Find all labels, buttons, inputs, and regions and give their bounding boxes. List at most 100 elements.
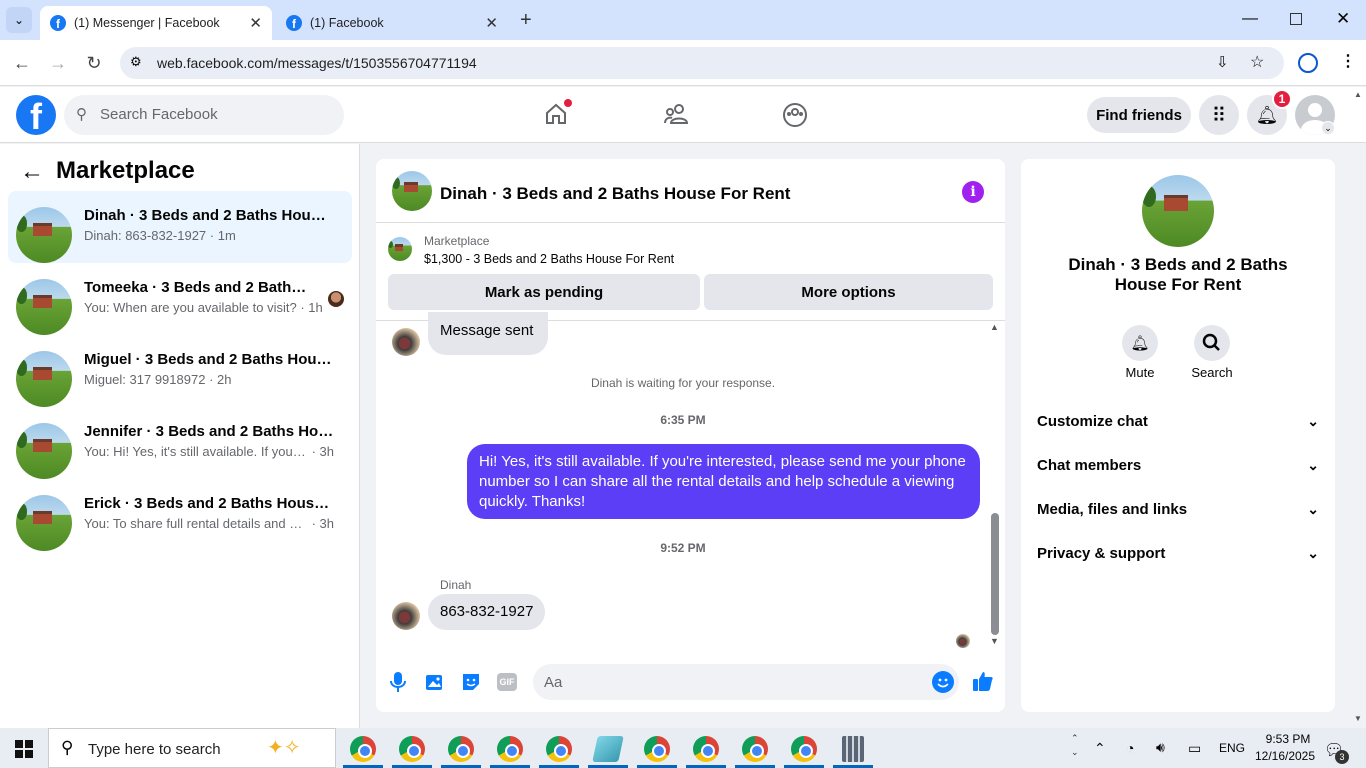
chat-title[interactable]: Dinah · 3 Beds and 2 Baths House For Ren…	[440, 184, 790, 204]
new-tab-button[interactable]: +	[520, 9, 532, 32]
tab-facebook[interactable]: f (1) Facebook ✕	[276, 6, 508, 40]
profile-icon[interactable]	[1298, 53, 1318, 73]
chrome-taskbar-icon[interactable]	[399, 736, 425, 762]
section-label: Customize chat	[1037, 412, 1148, 430]
wifi-icon[interactable]: ◔	[1126, 740, 1134, 756]
conversation-text: Miguel · 3 Beds and 2 Baths House For Re…	[84, 351, 334, 387]
taskbar-search-box[interactable]: ⚲ Type here to search ✦✧	[48, 728, 336, 768]
microphone-icon[interactable]	[390, 671, 406, 698]
forward-button[interactable]: →	[47, 52, 69, 74]
grid-icon: ⠿	[1211, 104, 1227, 127]
battery-icon[interactable]: ▭	[1188, 740, 1201, 757]
menu-kebab-icon[interactable]: ⋮	[1340, 51, 1356, 71]
page-scroll-up[interactable]: ▲	[1354, 90, 1362, 99]
tab-messenger[interactable]: f (1) Messenger | Facebook ✕	[40, 6, 272, 40]
scroll-up-arrow[interactable]: ▲	[990, 322, 999, 332]
message-bubble-sent[interactable]: Hi! Yes, it's still available. If you're…	[467, 444, 980, 519]
back-button[interactable]: ←	[11, 52, 33, 74]
bookmark-star-icon[interactable]: ☆	[1250, 52, 1264, 72]
home-nav-icon[interactable]	[544, 99, 572, 126]
listing-thumbnail	[16, 279, 72, 335]
listing-thumbnail	[16, 207, 72, 263]
chat-avatar[interactable]	[392, 171, 432, 211]
tab-list-button[interactable]: ⌄	[6, 7, 32, 33]
page-scroll-down[interactable]: ▼	[1354, 714, 1362, 723]
emoji-icon[interactable]	[932, 671, 954, 693]
chrome-taskbar-icon[interactable]	[497, 736, 523, 762]
facebook-favicon-icon: f	[50, 15, 66, 31]
facebook-logo[interactable]: f	[16, 95, 56, 135]
menu-grid-button[interactable]: ⠿	[1199, 95, 1239, 135]
notepad-taskbar-icon[interactable]	[592, 736, 624, 762]
conversation-item-miguel[interactable]: Miguel · 3 Beds and 2 Baths House For Re…	[8, 335, 352, 407]
sticker-icon[interactable]	[461, 672, 481, 697]
minimize-button[interactable]: —	[1242, 10, 1258, 28]
show-hidden-icons[interactable]: ⌃	[1094, 740, 1106, 757]
profile-picture[interactable]	[1142, 175, 1214, 247]
scroll-down-arrow[interactable]: ▼	[990, 636, 999, 646]
language-indicator[interactable]: ENG	[1219, 741, 1245, 755]
listing-thumbnail	[16, 351, 72, 407]
chrome-taskbar-icon[interactable]	[693, 736, 719, 762]
tab-close-icon[interactable]: ✕	[485, 14, 498, 32]
gif-icon[interactable]: GIF	[497, 673, 517, 691]
message-bubble-received[interactable]: 863-832-1927	[428, 594, 545, 630]
scrollbar-thumb[interactable]	[991, 513, 999, 635]
site-info-icon[interactable]: ⚙	[130, 54, 142, 70]
mark-as-pending-button[interactable]: Mark as pending	[388, 274, 700, 310]
more-options-button[interactable]: More options	[704, 274, 993, 310]
like-thumbs-up-icon[interactable]	[972, 670, 994, 697]
chrome-taskbar-icon[interactable]	[742, 736, 768, 762]
search-conversation-button[interactable]	[1194, 325, 1230, 361]
conversation-item-dinah[interactable]: Dinah · 3 Beds and 2 Baths House For Ren…	[8, 191, 352, 263]
photo-icon[interactable]	[425, 672, 445, 697]
chevron-down-icon: ⌄	[1307, 500, 1319, 517]
media-files-links-section[interactable]: Media, files and links ⌄	[1037, 487, 1319, 531]
listing-thumbnail	[16, 495, 72, 551]
volume-icon[interactable]: 🔊︎	[1156, 739, 1165, 756]
conversation-item-jennifer[interactable]: Jennifer · 3 Beds and 2 Baths House For …	[8, 407, 352, 479]
tray-scroll-icon[interactable]: ⌃ ⌄	[1071, 731, 1079, 759]
windows-start-icon[interactable]	[15, 740, 33, 758]
conversation-item-erick[interactable]: Erick · 3 Beds and 2 Baths House For Ren…	[8, 479, 352, 551]
message-bubble-received[interactable]: Message sent	[428, 312, 548, 355]
restore-button[interactable]	[1290, 13, 1302, 25]
reload-button[interactable]: ↻	[83, 52, 105, 74]
chevron-down-icon: ⌄	[1307, 412, 1319, 429]
chrome-taskbar-icon[interactable]	[644, 736, 670, 762]
tab-close-icon[interactable]: ✕	[249, 14, 262, 32]
conversation-name: Jennifer · 3 Beds and 2 Baths House For …	[84, 423, 334, 440]
account-chevron-icon[interactable]: ⌄	[1321, 121, 1335, 135]
mute-label: Mute	[1125, 365, 1155, 380]
conversation-name: Erick · 3 Beds and 2 Baths House For Ren…	[84, 495, 334, 512]
chrome-taskbar-icon[interactable]	[546, 736, 572, 762]
chrome-taskbar-icon[interactable]	[448, 736, 474, 762]
chat-members-section[interactable]: Chat members ⌄	[1037, 443, 1319, 487]
chrome-taskbar-icon[interactable]	[350, 736, 376, 762]
browser-toolbar: ← → ↻ ⚙ web.facebook.com/messages/t/1503…	[0, 40, 1366, 86]
conversation-item-tomeeka[interactable]: Tomeeka · 3 Beds and 2 Baths House For R…	[8, 263, 352, 335]
back-arrow-icon[interactable]: ←	[20, 158, 44, 186]
listing-text[interactable]: $1,300 - 3 Beds and 2 Baths House For Re…	[424, 252, 674, 266]
chrome-taskbar-icon[interactable]	[791, 736, 817, 762]
message-text: Message sent	[440, 322, 534, 339]
seen-avatar	[328, 291, 344, 307]
info-icon[interactable]: i	[962, 181, 984, 203]
clock-time[interactable]: 9:53 PM	[1258, 732, 1318, 746]
customize-chat-section[interactable]: Customize chat ⌄	[1037, 399, 1319, 443]
calculator-taskbar-icon[interactable]	[842, 736, 864, 762]
conversation-text: Tomeeka · 3 Beds and 2 Baths House For R…	[84, 279, 334, 315]
search-label: Search	[1191, 365, 1233, 380]
install-app-icon[interactable]: ⇩	[1216, 53, 1229, 71]
section-label: Privacy & support	[1037, 544, 1166, 562]
mute-button[interactable]: 🔔︎	[1122, 325, 1158, 361]
address-bar[interactable]: ⚙ web.facebook.com/messages/t/1503556704…	[120, 47, 1284, 79]
find-friends-button[interactable]: Find friends	[1087, 97, 1191, 133]
privacy-support-section[interactable]: Privacy & support ⌄	[1037, 531, 1319, 575]
friends-nav-icon[interactable]	[664, 102, 690, 131]
clock-date[interactable]: 12/16/2025	[1250, 749, 1320, 763]
message-input[interactable]: Aa	[533, 664, 959, 700]
groups-nav-icon[interactable]	[782, 102, 808, 133]
close-window-button[interactable]: ✕	[1336, 9, 1350, 29]
facebook-search-input[interactable]: ⚲ Search Facebook	[64, 95, 344, 135]
